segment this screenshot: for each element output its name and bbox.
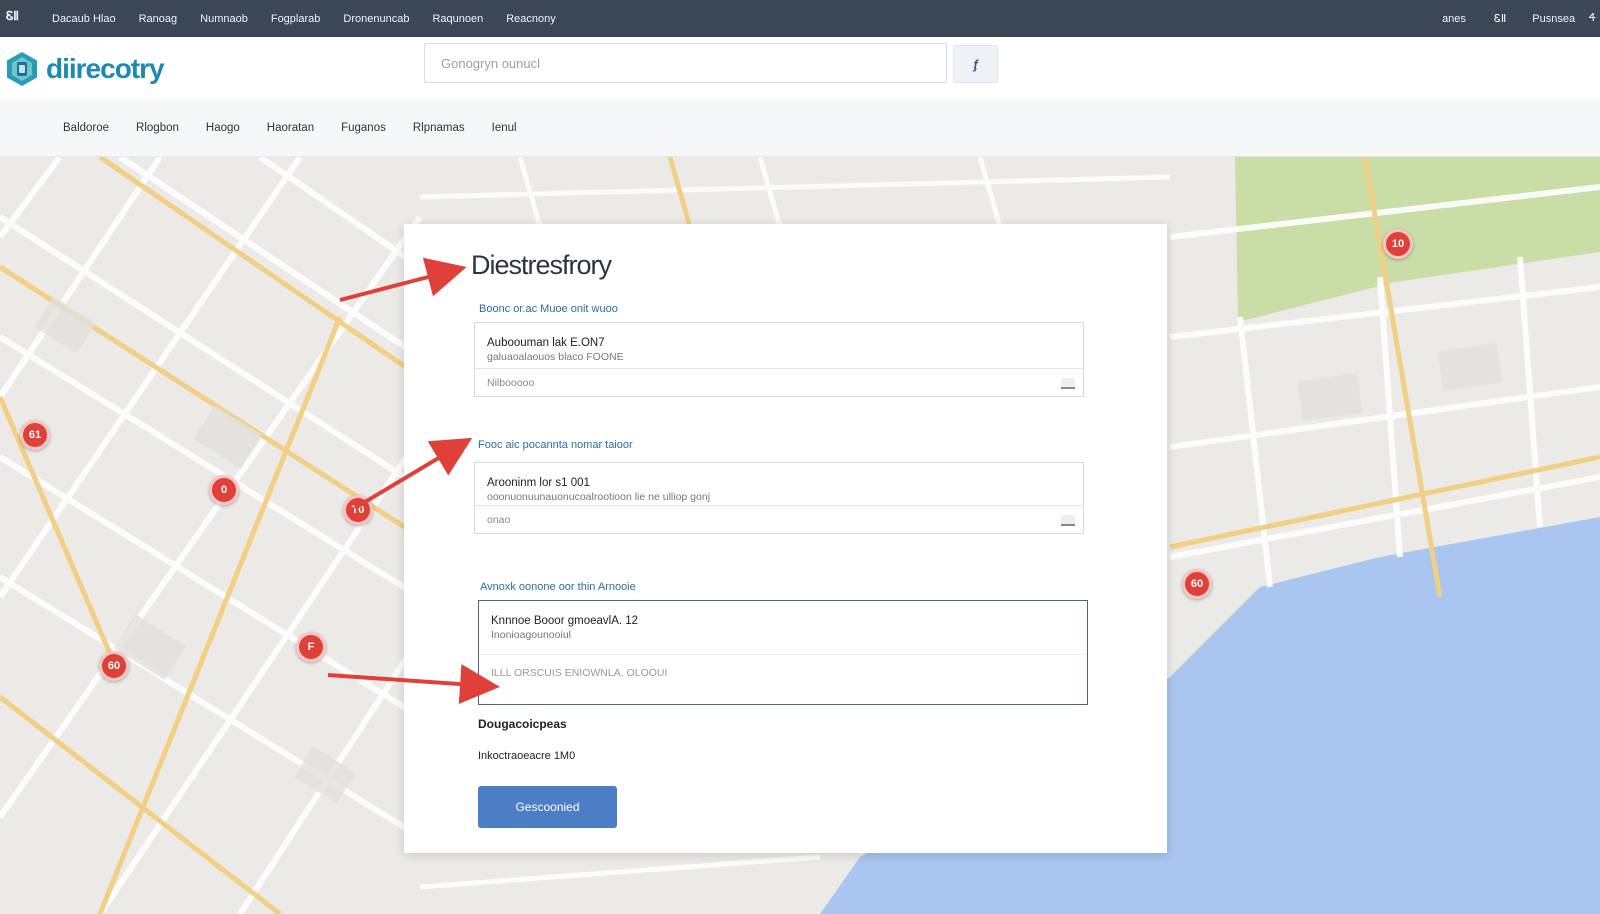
topbar-link[interactable]: Dacaub Hlao [52,13,116,25]
submit-button[interactable]: Gescoonied [478,786,617,828]
meta-text: Inkoctraoeacre 1M0 [478,750,576,762]
logo[interactable]: diirecotry [4,49,165,89]
topbar-link[interactable]: Reacnony [506,13,556,25]
listing-line: Knnnoe Booor gmoeavlA. 12 [491,615,639,627]
map-pin[interactable]: 61 [20,420,50,450]
section-label: Avnoxk oonone oor thin Arnooie [480,581,636,593]
subnav-item[interactable]: Haoratan [267,122,314,134]
topbar-right-link[interactable]: Pusnsea [1532,13,1575,25]
topbar-right: anes ᏋⅡ Pusnsea Ꮞ [1442,0,1600,37]
top-bar: ᏋⅡ Dacaub Hlao Ranoag Numnaob Fogplarab … [0,0,1600,37]
map-pin[interactable]: T0 [343,495,373,525]
listing-group-active[interactable]: Knnnoe Booor gmoeavlA. 12 Inonioagounooi… [478,600,1088,705]
topbar-right-icon[interactable]: ᏋⅡ [1494,12,1506,26]
listing-subline: galuaoalaouos blaco FOONE [487,351,624,363]
listing-group[interactable]: Arooninm lor s1 001 ooonuonuunauonucoalr… [474,462,1084,534]
panel-title: Diestresfrory [471,250,612,280]
dropdown-icon[interactable] [1061,378,1075,389]
topbar-link[interactable]: Dronenuncab [343,13,409,25]
topbar-right-icon[interactable]: Ꮞ [1589,12,1596,25]
directory-panel: Diestresfrory Boonc or.ac Muoe onit wuoo… [404,224,1167,853]
map-pin[interactable]: 10 [1383,229,1413,259]
listing-group[interactable]: Auboouman lak E.ON7 galuaoalaouos blaco … [474,322,1084,397]
section-label: Fooc aic pocannta nomar taioor [478,439,633,451]
listing-line: Auboouman lak E.ON7 [487,337,605,349]
sub-navigation: Baldoroe Rlogbon Haogo Haoratan Fuganos … [0,99,1600,157]
subnav-item[interactable]: Haogo [206,122,240,134]
map-pin[interactable]: F [296,632,326,662]
listing-subline: Inonioagounooiul [491,629,571,641]
meta-heading: Dougacoicpeas [478,717,567,731]
search-input[interactable] [424,43,947,83]
search-button[interactable]: ᶂ [953,45,998,83]
subnav-item[interactable]: Baldoroe [63,122,109,134]
listing-field[interactable]: onao [475,505,1083,533]
listing-field[interactable]: Nilbooooo [475,368,1083,396]
section-label: Boonc or.ac Muoe onit wuoo [479,303,618,315]
subnav-item[interactable]: Rlpnamas [413,122,465,134]
map-pin[interactable]: 0 [209,475,239,505]
listing-line: Arooninm lor s1 001 [487,477,590,489]
topbar-right-link[interactable]: anes [1442,13,1466,25]
logo-text: diirecotry [46,53,165,84]
listing-field-text: onao [487,514,511,526]
subnav-item[interactable]: Fuganos [341,122,386,134]
topbar-links: Dacaub Hlao Ranoag Numnaob Fogplarab Dro… [52,0,556,37]
topbar-link[interactable]: Fogplarab [271,13,321,25]
logo-icon [4,51,40,87]
map-pin[interactable]: 60 [99,651,129,681]
map-pin[interactable]: 60 [1182,569,1212,599]
subnav-item[interactable]: Rlogbon [136,122,179,134]
dropdown-icon[interactable] [1061,515,1075,526]
search-icon: ᶂ [973,56,978,72]
topbar-link[interactable]: Ranoag [139,13,178,25]
listing-field-text: ILLL ORSCUIS ENIOWNLA. OLOOUI [491,667,668,679]
listing-subline: ooonuonuunauonucoalrootioon lie ne ullio… [487,491,711,503]
topbar-brand[interactable]: ᏋⅡ [6,9,19,24]
listing-field[interactable]: ILLL ORSCUIS ENIOWNLA. OLOOUI [479,654,1087,704]
subnav-item[interactable]: Ienul [492,122,517,134]
header: diirecotry ᶂ [0,37,1600,99]
topbar-link[interactable]: Raqunoen [432,13,483,25]
topbar-link[interactable]: Numnaob [200,13,248,25]
listing-field-text: Nilbooooo [487,377,535,389]
